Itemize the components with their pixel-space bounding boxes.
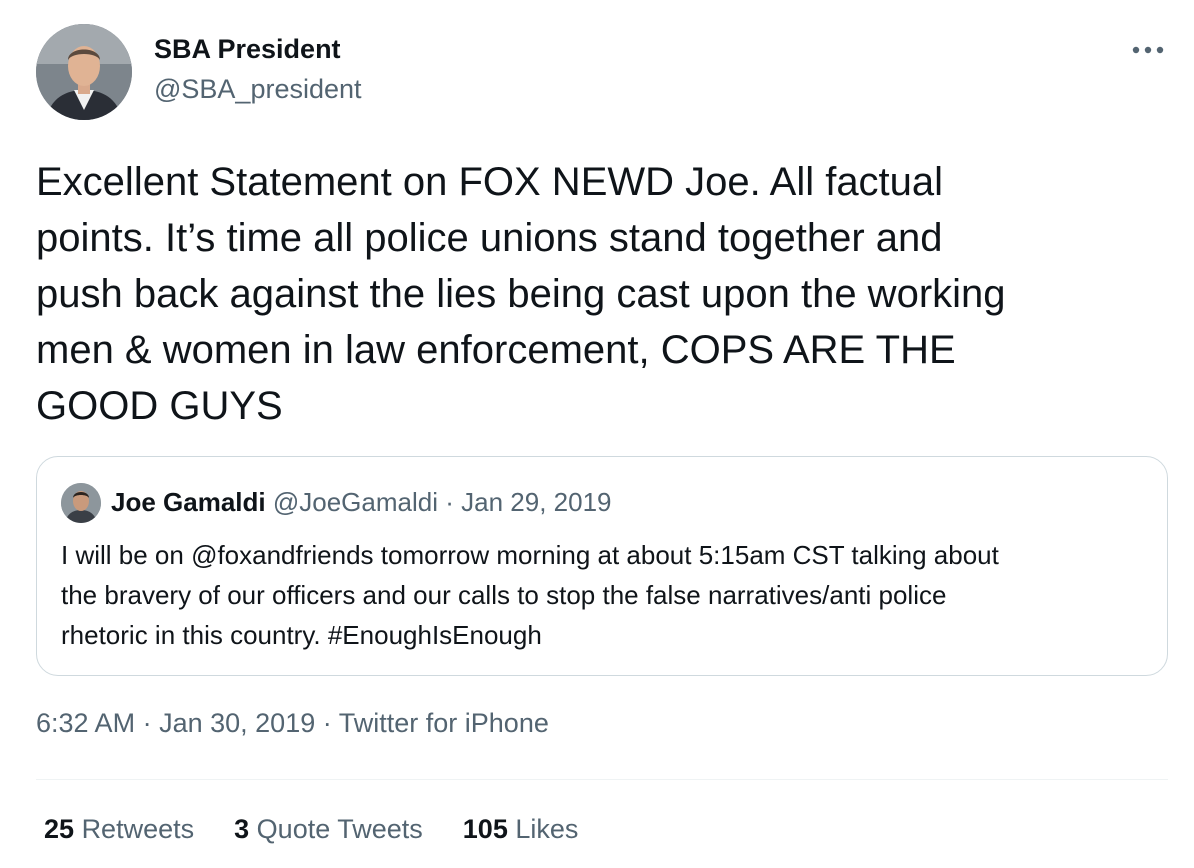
tweet: SBA President @SBA_president Excellent S… <box>0 0 1194 868</box>
author-display-name[interactable]: SBA President <box>154 34 341 65</box>
retweets-stat[interactable]: 25 Retweets <box>44 814 194 845</box>
more-horizontal-icon <box>1132 46 1164 54</box>
quote-tweets-stat[interactable]: 3 Quote Tweets <box>234 814 423 845</box>
tweet-date[interactable]: Jan 30, 2019 <box>159 708 315 738</box>
quoted-tweet-header: Joe Gamaldi @JoeGamaldi · Jan 29, 2019 <box>111 485 612 519</box>
quoted-author-handle[interactable]: @JoeGamaldi <box>273 487 438 517</box>
author-handle[interactable]: @SBA_president <box>154 74 362 105</box>
retweets-count: 25 <box>44 814 75 844</box>
tweet-text: Excellent Statement on FOX NEWD Joe. All… <box>36 160 1006 428</box>
tweet-source[interactable]: Twitter for iPhone <box>339 708 549 738</box>
tweet-metadata: 6:32 AM · Jan 30, 2019 · Twitter for iPh… <box>36 708 549 739</box>
retweets-label: Retweets <box>81 814 195 844</box>
quoted-header-separator: · <box>445 487 454 517</box>
meta-separator: · <box>142 708 152 738</box>
quoted-author-name[interactable]: Joe Gamaldi <box>111 487 266 517</box>
divider <box>36 779 1168 780</box>
quote-tweets-count: 3 <box>234 814 250 844</box>
author-avatar[interactable] <box>36 24 132 120</box>
more-options-button[interactable] <box>1126 30 1170 70</box>
quoted-tweet-date[interactable]: Jan 29, 2019 <box>461 487 611 517</box>
author-avatar-image <box>36 24 132 120</box>
quoted-tweet-text: I will be on @foxandfriends tomorrow mor… <box>61 540 999 650</box>
meta-separator: · <box>322 708 332 738</box>
engagement-stats: 25 Retweets 3 Quote Tweets 105 Likes <box>44 814 578 845</box>
tweet-time[interactable]: 6:32 AM <box>36 708 135 738</box>
quoted-tweet[interactable]: Joe Gamaldi @JoeGamaldi · Jan 29, 2019 I… <box>36 456 1168 676</box>
quoted-avatar-image <box>61 483 101 523</box>
likes-label: Likes <box>515 814 579 844</box>
quoted-author-avatar[interactable] <box>61 483 101 523</box>
likes-count: 105 <box>462 814 508 844</box>
likes-stat[interactable]: 105 Likes <box>463 814 579 845</box>
quote-tweets-label: Quote Tweets <box>256 814 423 844</box>
